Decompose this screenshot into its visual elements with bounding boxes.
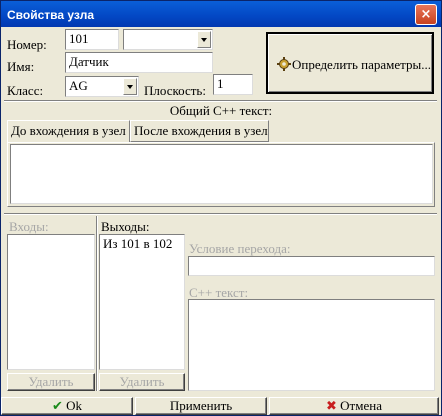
x-icon: ✖	[326, 399, 337, 414]
close-button[interactable]: ×	[415, 4, 437, 25]
list-item[interactable]: Из 101 в 102	[103, 236, 181, 252]
number-combo[interactable]	[123, 29, 213, 50]
common-code-textarea[interactable]	[10, 144, 433, 204]
class-select-value: AG	[69, 78, 88, 93]
outputs-list[interactable]: Из 101 в 102	[99, 234, 185, 370]
separator	[4, 100, 437, 102]
ok-button[interactable]: ✔ Ok	[1, 397, 133, 415]
apply-label: Применить	[169, 398, 233, 413]
tab-before-entry-label: До вхождения в узел	[11, 123, 126, 138]
name-label: Имя:	[7, 59, 35, 74]
condition-label: Условие перехода:	[189, 241, 291, 256]
close-icon: ×	[420, 7, 432, 22]
condition-input[interactable]	[188, 256, 435, 276]
common-code-heading: Общий C++ текст:	[169, 103, 273, 118]
chevron-down-icon[interactable]	[197, 31, 211, 48]
define-parameters-button[interactable]: Определить параметры...	[266, 32, 434, 94]
outputs-delete-button[interactable]: Удалить	[99, 373, 185, 391]
inputs-list[interactable]	[7, 234, 95, 370]
title-bar: Свойства узла ×	[1, 1, 441, 27]
plane-input[interactable]: 1	[213, 74, 253, 95]
cancel-label: Отмена	[340, 398, 382, 413]
number-input[interactable]: 101	[65, 29, 119, 50]
define-parameters-label: Определить параметры...	[292, 57, 431, 72]
ok-label: Ok	[66, 398, 83, 413]
number-label: Номер:	[7, 37, 47, 52]
gear-icon	[277, 57, 291, 71]
outputs-label: Выходы:	[101, 219, 150, 234]
tab-after-entry[interactable]: После вхождения в узел	[130, 120, 269, 142]
separator	[4, 213, 437, 215]
tab-before-entry[interactable]: До вхождения в узел	[7, 120, 130, 143]
plane-label: Плоскость:	[144, 83, 206, 98]
class-label: Класс:	[7, 83, 44, 98]
cancel-button[interactable]: ✖ Отмена	[269, 397, 439, 415]
window-title: Свойства узла	[7, 8, 94, 22]
checkmark-icon: ✔	[51, 399, 63, 414]
cpp-text-textarea[interactable]	[188, 299, 435, 391]
tab-after-entry-label: После вхождения в узел	[134, 123, 268, 138]
chevron-down-icon[interactable]	[123, 78, 137, 95]
inputs-label: Входы:	[9, 219, 49, 234]
inputs-delete-button[interactable]: Удалить	[7, 373, 95, 391]
node-properties-window: Свойства узла × Номер: 101 Имя: Датчик К…	[0, 0, 442, 416]
class-select[interactable]: AG	[65, 76, 139, 97]
name-input[interactable]: Датчик	[65, 52, 213, 73]
apply-button[interactable]: Применить	[135, 397, 267, 415]
separator	[96, 216, 98, 391]
